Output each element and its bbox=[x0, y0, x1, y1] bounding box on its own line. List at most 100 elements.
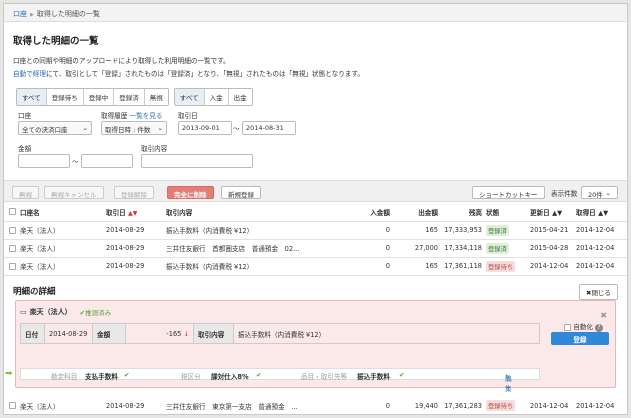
detail-content: ▭ 楽天（法人） ✔推測済み 日付 2014-08-29 金額 -165 ↓ 取… bbox=[5, 307, 540, 393]
edit-label: 編集 bbox=[505, 375, 512, 393]
history-select-value: 取得日時 : 件数 bbox=[105, 126, 151, 134]
table-header-row: 口座名 取引日 ▲▼ 取引内容 入金額 出金額 残高 状態 更新日 ▲▼ 取得日… bbox=[4, 203, 627, 222]
account-select-value: 全ての決済口座 bbox=[22, 126, 68, 134]
auto-checkbox[interactable] bbox=[564, 323, 572, 331]
detail-fields-table: 日付 2014-08-29 金額 -165 ↓ 取引内容 振込手数料（内消費税 … bbox=[20, 323, 540, 344]
detail-account-row: ▭ 楽天（法人） ✔推測済み bbox=[20, 307, 540, 317]
unregister-button[interactable]: 登録解除 bbox=[114, 186, 154, 199]
col-balance: 残高 bbox=[442, 203, 486, 222]
col-income: 入金額 bbox=[324, 203, 394, 222]
col-expense: 出金額 bbox=[394, 203, 442, 222]
detail-classification-row: ➡ 勘定科目 支払手数料 ✔ 税区分 課対仕入8% ✔ 品目・取引先等 振込手数… bbox=[5, 368, 540, 393]
date-from-input[interactable]: 2013-09-01 bbox=[178, 121, 232, 135]
status-badge: 登録待ち bbox=[486, 260, 516, 272]
sort-arrows-icon[interactable]: ▲▼ bbox=[598, 209, 608, 217]
flow-tab-income[interactable]: 入金 bbox=[204, 89, 229, 105]
status-tab-registered[interactable]: 登録済 bbox=[114, 89, 145, 105]
col-updated-label: 更新日 bbox=[530, 208, 550, 217]
row-account: 楽天（法人） bbox=[20, 257, 106, 276]
row-checkbox[interactable] bbox=[8, 262, 16, 270]
row-expense: 19,440 bbox=[394, 397, 442, 414]
breadcrumb: 口座 ▶ 取得した明細の一覧 bbox=[4, 4, 627, 22]
history-list-link[interactable]: 一覧を見る bbox=[129, 112, 162, 120]
description-line-1: 口座との同期や明細のアップロードにより取得した利用明細の一覧です。 bbox=[13, 57, 230, 65]
row-checkbox[interactable] bbox=[8, 402, 16, 410]
check-icon: ✔ bbox=[124, 371, 130, 379]
check-icon: ✔ bbox=[399, 371, 405, 379]
partner-value[interactable]: 振込手数料 bbox=[357, 371, 390, 381]
breadcrumb-root-link[interactable]: 口座 bbox=[13, 10, 27, 18]
amount-max-input[interactable] bbox=[81, 154, 133, 168]
delete-button[interactable]: 完全に削除 bbox=[167, 186, 214, 199]
per-page-select[interactable]: 20件 ⌄ bbox=[581, 186, 618, 199]
breadcrumb-separator-icon: ▶ bbox=[30, 12, 34, 18]
content-input[interactable] bbox=[141, 154, 253, 168]
row-balance: 17,361,283 bbox=[442, 397, 486, 414]
detail-content-value: 振込手数料（内消費税 ¥12） bbox=[233, 323, 540, 344]
sort-arrows-icon[interactable]: ▲▼ bbox=[552, 209, 562, 217]
detail-section-title: 明細の詳細 bbox=[13, 287, 56, 297]
close-detail-button[interactable]: ✖閉じる bbox=[579, 284, 618, 300]
shortcut-key-button[interactable]: ショートカットキー bbox=[472, 186, 545, 199]
detail-panel: ▭ 楽天（法人） ✔推測済み 日付 2014-08-29 金額 -165 ↓ 取… bbox=[5, 300, 616, 393]
row-content: 振込手数料（内消費税 ¥12） bbox=[166, 221, 324, 240]
col-date[interactable]: 取引日 ▲▼ bbox=[106, 203, 166, 222]
history-label-text: 取得履歴 bbox=[101, 112, 128, 120]
date-to-input[interactable]: 2014-08-31 bbox=[242, 121, 296, 135]
table-row[interactable]: 楽天（法人） 2014-08-29 振込手数料（内消費税 ¥12） 0 165 … bbox=[4, 221, 627, 240]
amount-min-input[interactable] bbox=[18, 154, 70, 168]
ignore-button[interactable]: 無視 bbox=[12, 186, 39, 199]
help-icon[interactable]: ? bbox=[595, 324, 603, 332]
detail-date-label: 日付 bbox=[20, 323, 45, 344]
col-fetched[interactable]: 取得日 ▲▼ bbox=[576, 203, 627, 222]
sort-arrows-icon[interactable]: ▲▼ bbox=[128, 210, 137, 217]
row-checkbox[interactable] bbox=[8, 244, 16, 252]
col-account[interactable]: 口座名 bbox=[20, 203, 106, 222]
check-icon: ✔ bbox=[256, 371, 262, 379]
row-account: 楽天（法人） bbox=[20, 221, 106, 240]
transactions-table: 口座名 取引日 ▲▼ 取引内容 入金額 出金額 残高 状態 更新日 ▲▼ 取得日… bbox=[4, 203, 627, 276]
flow-tab-all[interactable]: すべて bbox=[174, 89, 205, 105]
row-content: 振込手数料（内消費税 ¥12） bbox=[166, 257, 324, 276]
col-fetched-label: 取得日 bbox=[576, 208, 596, 217]
table-row[interactable]: 楽天（法人） 2014-08-29 三井住友銀行 首都圏支店 普通預金 02..… bbox=[4, 239, 627, 258]
account-item-value[interactable]: 支払手数料 bbox=[85, 371, 118, 381]
auto-toggle[interactable]: 自動化 ? bbox=[564, 321, 603, 332]
flow-tab-expense[interactable]: 出金 bbox=[228, 89, 252, 105]
amount-filter-label: 金額 bbox=[18, 145, 32, 153]
status-tab-registering[interactable]: 登録中 bbox=[83, 89, 115, 105]
row-income: 0 bbox=[324, 239, 394, 258]
row-date: 2014-08-29 bbox=[106, 397, 166, 414]
select-all-checkbox[interactable] bbox=[8, 208, 16, 216]
row-balance: 17,361,118 bbox=[442, 257, 486, 276]
row-content: 三井住友銀行 東京第一支店 普通預金 ... bbox=[166, 397, 324, 414]
auto-accounting-link[interactable]: 自動で経理 bbox=[13, 70, 46, 78]
close-icon[interactable]: ✖ bbox=[600, 311, 607, 320]
detail-amount-cell: -165 ↓ bbox=[125, 323, 194, 344]
status-tab-ignored[interactable]: 無視 bbox=[144, 89, 168, 105]
status-tab-all[interactable]: すべて bbox=[17, 89, 47, 105]
tax-label: 税区分 bbox=[181, 373, 201, 381]
account-select[interactable]: 全ての決済口座 ⌄ bbox=[18, 121, 92, 135]
tax-value[interactable]: 課対仕入8% bbox=[211, 371, 249, 381]
ignore-cancel-button[interactable]: 無視キャンセル bbox=[44, 186, 104, 199]
table-row[interactable]: 楽天（法人） 2014-08-29 三井住友銀行 東京第一支店 普通預金 ...… bbox=[4, 397, 627, 414]
flow-filter-group: すべて 入金 出金 bbox=[173, 88, 253, 106]
status-tab-waiting[interactable]: 登録待ち bbox=[46, 89, 84, 105]
register-button[interactable]: 登録 bbox=[551, 332, 609, 345]
col-status: 状態 bbox=[486, 203, 530, 222]
new-register-button[interactable]: 新規登録 bbox=[221, 186, 261, 199]
history-filter-label: 取得履歴 一覧を見る bbox=[101, 110, 162, 120]
row-date: 2014-08-29 bbox=[106, 257, 166, 276]
col-updated[interactable]: 更新日 ▲▼ bbox=[530, 203, 576, 222]
action-toolbar: 無視 無視キャンセル 登録解除 完全に削除 新規登録 ショートカットキー 表示件… bbox=[4, 180, 627, 202]
row-checkbox[interactable] bbox=[8, 226, 16, 234]
matched-label: 推測済み bbox=[85, 309, 112, 317]
close-label: 閉じる bbox=[591, 289, 612, 297]
history-select[interactable]: 取得日時 : 件数 ⌄ bbox=[101, 121, 167, 135]
detail-account-name: 楽天（法人） bbox=[29, 308, 72, 316]
page-title: 取得した明細の一覧 bbox=[13, 36, 99, 47]
table-row[interactable]: 楽天（法人） 2014-08-29 振込手数料（内消費税 ¥12） 0 165 … bbox=[4, 257, 627, 276]
row-date: 2014-08-29 bbox=[106, 221, 166, 240]
amount-range-separator: 〜 bbox=[72, 158, 79, 166]
